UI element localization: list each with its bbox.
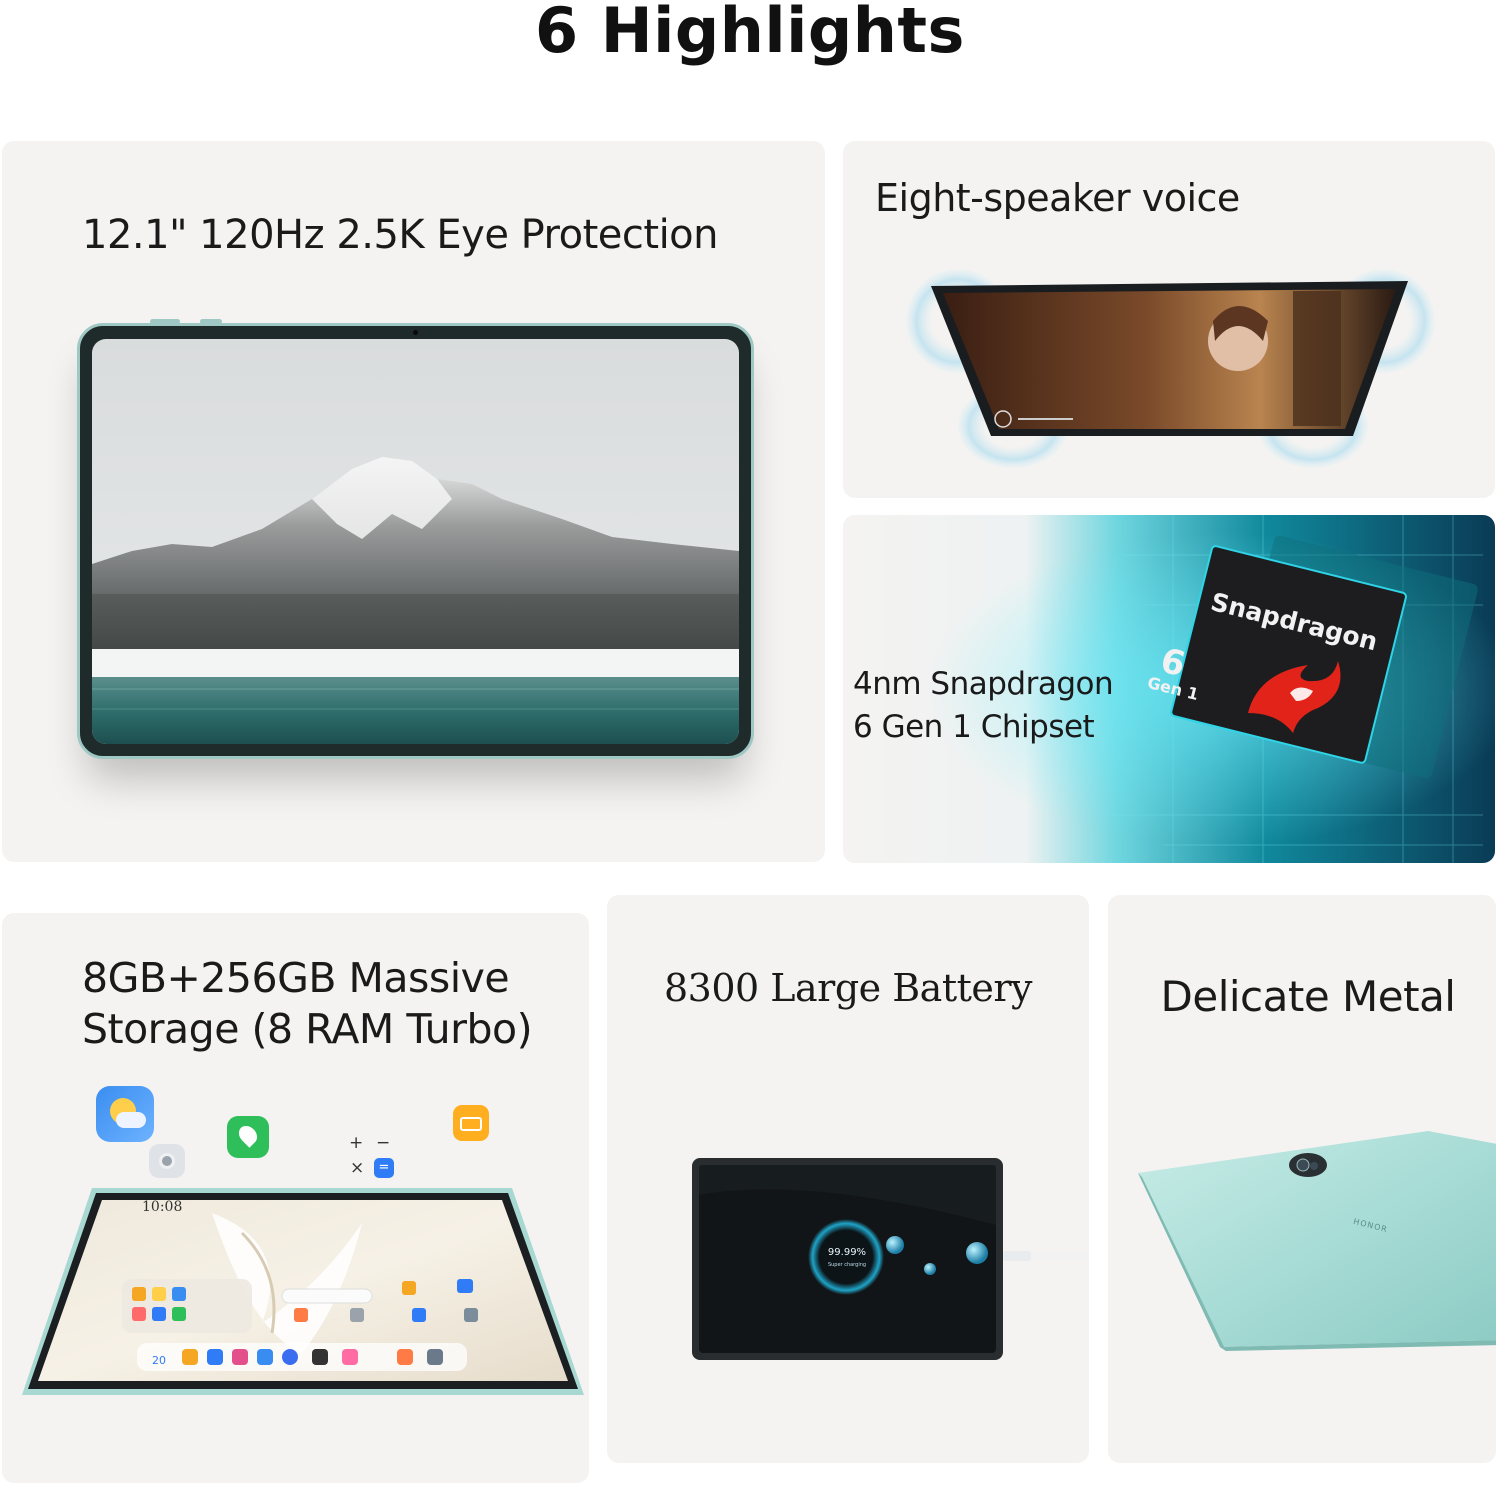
display-feature-card: 12.1" 120Hz 2.5K Eye Protection — [2, 141, 825, 862]
storage-title-line2: Storage (8 RAM Turbo) — [82, 1005, 533, 1054]
tablet-video-speaker-image — [906, 269, 1435, 468]
mountain-lake-wallpaper — [92, 339, 739, 744]
calculator-app-icon: + − × = — [346, 1131, 396, 1181]
tablet-back-image — [1138, 1131, 1496, 1351]
chipset-feature-title: 4nm Snapdragon 6 Gen 1 Chipset — [853, 663, 1114, 749]
tablet-charging-image — [692, 1158, 1089, 1360]
charge-status-label: Super charging — [827, 1262, 867, 1268]
chipset-title-line2: 6 Gen 1 Chipset — [853, 708, 1095, 745]
charge-percent-readout: 99.99% — [827, 1247, 867, 1258]
camera-app-icon — [149, 1144, 185, 1178]
chipset-title-line1: 4nm Snapdragon — [853, 666, 1114, 702]
dock-calendar-date: 20 — [152, 1354, 166, 1367]
weather-app-icon — [96, 1086, 154, 1142]
tablet-front-image — [77, 319, 754, 759]
storage-feature-title: 8GB+256GB Massive Storage (8 RAM Turbo) — [82, 953, 533, 1056]
storage-title-line1: 8GB+256GB Massive — [82, 954, 510, 1002]
tablet-home-screen-image — [22, 1188, 584, 1395]
metal-design-feature-card: Delicate Metal HONOR — [1108, 895, 1496, 1463]
wallet-app-icon — [453, 1105, 489, 1141]
volume-button — [150, 319, 180, 324]
chipset-feature-card: Snapdragon 6 Gen 1 4nm Snapdragon 6 Gen … — [843, 515, 1495, 863]
page-title: 6 Highlights — [535, 0, 965, 67]
snapdragon-logo-icon — [1248, 661, 1341, 733]
speaker-feature-card: Eight-speaker voice — [843, 141, 1495, 498]
front-camera-dot — [413, 330, 418, 335]
display-feature-title: 12.1" 120Hz 2.5K Eye Protection — [82, 212, 719, 258]
battery-feature-card: 8300 Large Battery 99.99% Super charging — [607, 895, 1089, 1463]
find-device-app-icon — [227, 1116, 269, 1158]
storage-feature-card: 8GB+256GB Massive Storage (8 RAM Turbo) … — [2, 913, 589, 1483]
home-screen-clock: 10:08 — [142, 1199, 183, 1215]
volume-button — [200, 319, 222, 324]
